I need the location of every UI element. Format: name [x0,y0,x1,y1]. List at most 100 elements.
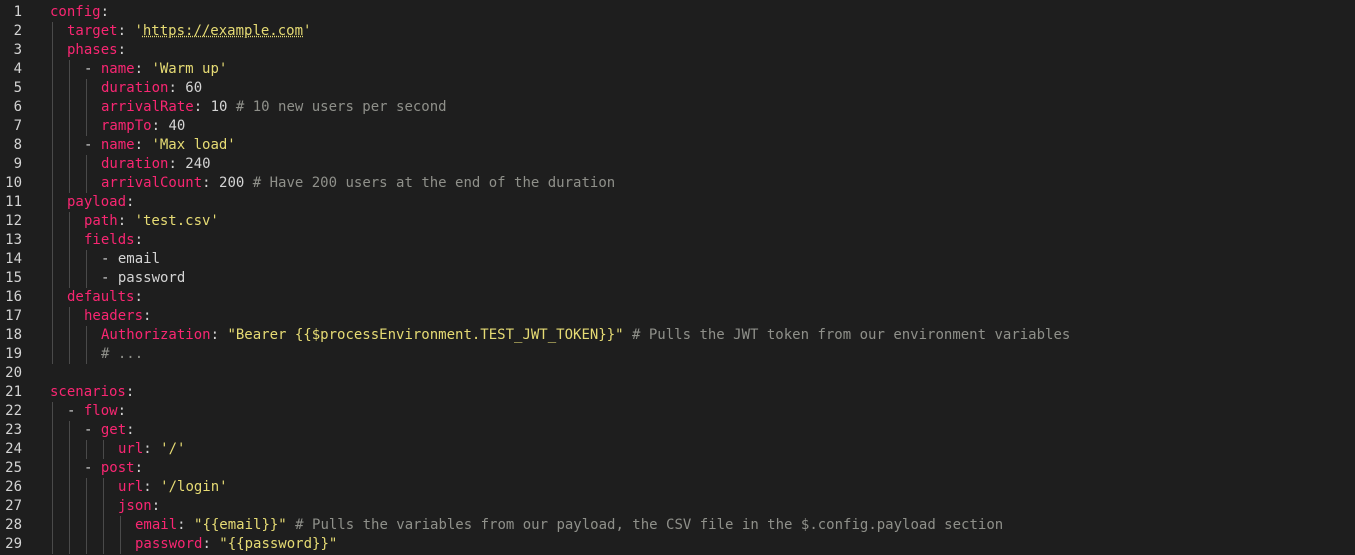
line-code: phases: [67,41,126,60]
code-line[interactable]: 11 payload: [0,193,1355,212]
code-line[interactable]: 5 duration: 60 [0,79,1355,98]
code-line[interactable]: 28 email: "{{email}}" # Pulls the variabl… [0,516,1355,535]
code-token: '/login' [160,479,228,495]
line-code: password: "{{password}}" [135,535,337,554]
code-line[interactable]: 8 - name: 'Max load' [0,136,1355,155]
code-token: 'Max load' [151,137,236,153]
code-line[interactable]: 29 password: "{{password}}" [0,535,1355,554]
line-code: - get: [84,421,135,440]
line-code: Authorization: "Bearer {{$processEnviron… [101,326,1070,345]
indent-guide [52,212,53,231]
code-line[interactable]: 23 - get: [0,421,1355,440]
code-token: Authorization [101,327,211,343]
code-token: get [100,422,127,438]
code-token: '/' [160,441,186,457]
code-token: name [100,137,135,153]
code-line[interactable]: 25 - post: [0,459,1355,478]
code-token: # ... [101,346,144,362]
code-line[interactable]: 17 headers: [0,307,1355,326]
line-number: 8 [13,137,22,153]
code-line[interactable]: 18 Authorization: "Bearer {{$processEnvir… [0,326,1355,345]
line-code: scenarios: [50,383,134,402]
code-line[interactable]: 21 scenarios: [0,383,1355,402]
code-line[interactable]: 13 fields: [0,231,1355,250]
code-token: 'Warm up' [151,61,228,77]
indent-guide [69,212,70,231]
indent-guide [86,250,87,269]
indent-guide [52,41,53,60]
indent-guide [52,117,53,136]
code-line[interactable]: 2 target: 'https://example.com' [0,22,1355,41]
code-line[interactable]: 3 phases: [0,41,1355,60]
code-token: 40 [168,118,186,134]
code-line[interactable]: 14 - email [0,250,1355,269]
code-token: ' [303,23,312,39]
indent-guide [86,174,87,193]
code-token: 10 [210,99,228,115]
line-code: - password [101,269,185,288]
code-line[interactable]: 9 duration: 240 [0,155,1355,174]
code-token: : [100,4,110,20]
indent-guide [52,478,53,497]
code-line[interactable]: 27 json: [0,497,1355,516]
code-token: ' [134,23,143,39]
indent-guide [69,345,70,364]
code-token: 'test.csv' [134,213,219,229]
line-number: 27 [5,498,22,514]
line-code: duration: 60 [101,79,202,98]
code-line[interactable]: 10 arrivalCount: 200 # Have 200 users at … [0,174,1355,193]
code-line[interactable]: 6 arrivalRate: 10 # 10 new users per seco… [0,98,1355,117]
code-token: : [125,384,135,400]
line-code: - post: [84,459,143,478]
code-token: : [143,479,161,495]
line-code: arrivalCount: 200 # Have 200 users at th… [101,174,615,193]
code-token: - [84,61,101,77]
code-token: : [134,61,152,77]
indent-guide [69,79,70,98]
code-token: email [135,517,178,533]
indent-guide [120,516,121,535]
code-line[interactable]: 16 defaults: [0,288,1355,307]
code-line[interactable]: 1 config: [0,3,1355,22]
line-number: 26 [5,479,22,495]
code-line[interactable]: 15 - password [0,269,1355,288]
code-line[interactable]: 22 - flow: [0,402,1355,421]
line-code: - email [101,250,160,269]
code-line[interactable]: 20 [0,364,1355,383]
code-line[interactable]: 19 # ... [0,345,1355,364]
code-token: path [84,213,118,229]
code-token: : [168,156,186,172]
line-number: 10 [5,175,22,191]
code-line[interactable]: 4 - name: 'Warm up' [0,60,1355,79]
code-token: : [177,517,195,533]
indent-guide [103,497,104,516]
code-line[interactable]: 26 url: '/login' [0,478,1355,497]
code-token: defaults [67,289,135,305]
code-token: flow [83,403,118,419]
code-line[interactable]: 12 path: 'test.csv' [0,212,1355,231]
line-number: 21 [5,384,22,400]
code-token: : [134,289,143,305]
indent-guide [69,326,70,345]
indent-guide [69,516,70,535]
code-line[interactable]: 7 rampTo: 40 [0,117,1355,136]
indent-guide [52,174,53,193]
code-token: 240 [185,156,211,172]
code-token: https://example.com [142,23,304,39]
indent-guide [52,421,53,440]
indent-guide [52,497,53,516]
code-editor[interactable]: 1 config: 2 target: 'https://example.com' 3 p… [0,0,1355,555]
code-token: rampTo [101,118,152,134]
code-token: : [193,99,211,115]
indent-guide [103,535,104,554]
line-number: 22 [5,403,22,419]
indent-guide [69,174,70,193]
line-number: 19 [5,346,22,362]
code-token: url [118,441,144,457]
indent-guide [52,307,53,326]
code-token: duration [101,80,169,96]
indent-guide [86,269,87,288]
line-number: 3 [13,42,22,58]
line-number: 2 [13,23,22,39]
code-line[interactable]: 24 url: '/' [0,440,1355,459]
